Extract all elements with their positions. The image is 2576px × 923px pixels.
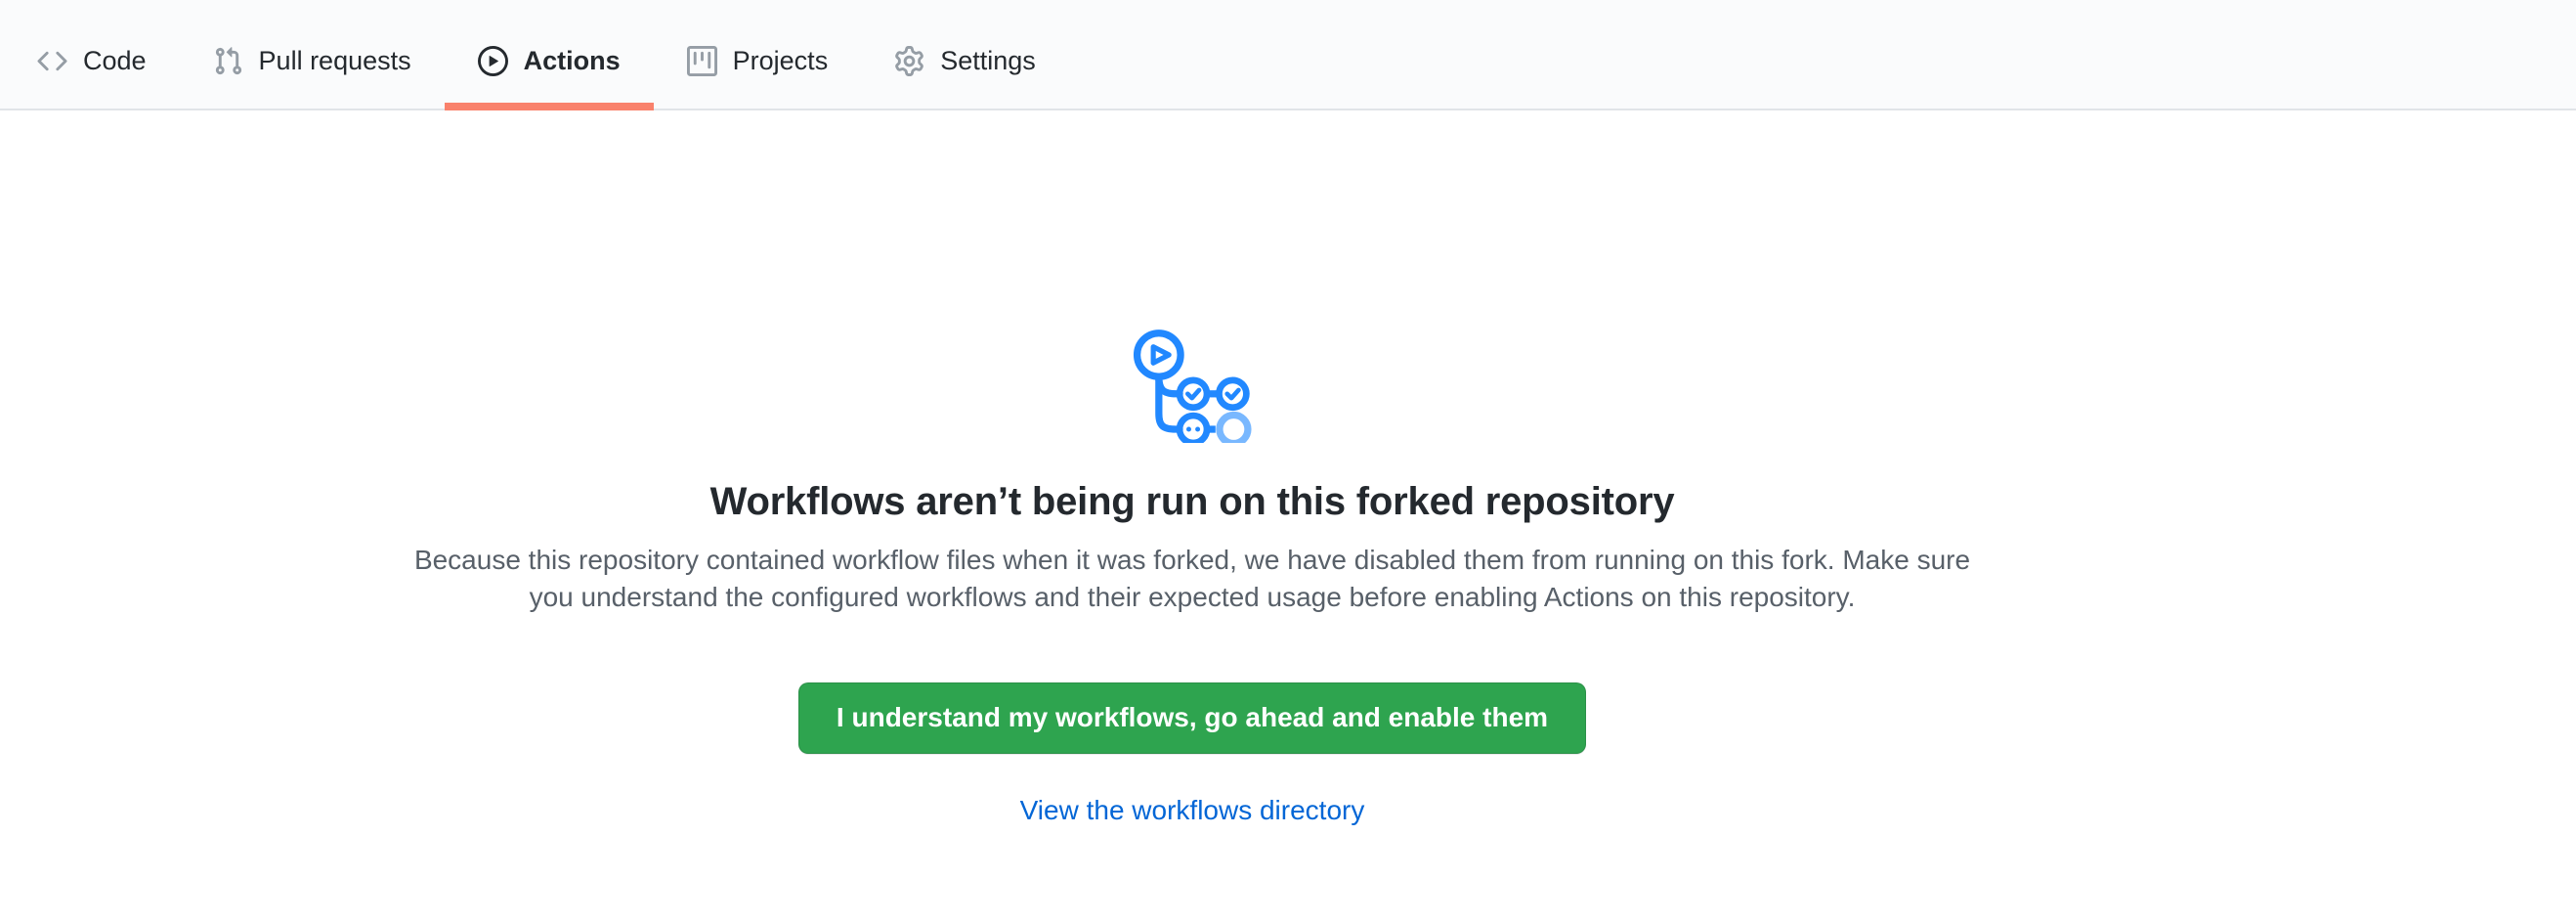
blankslate-description: Because this repository contained workfl… bbox=[406, 542, 1979, 616]
actions-workflow-graph-icon bbox=[1131, 328, 1254, 443]
code-icon bbox=[37, 46, 67, 76]
tab-settings[interactable]: Settings bbox=[861, 0, 1069, 109]
tab-settings-label: Settings bbox=[940, 48, 1036, 74]
tab-code[interactable]: Code bbox=[4, 0, 180, 109]
tab-projects[interactable]: Projects bbox=[654, 0, 862, 109]
repo-tab-list: Code Pull requests Actions Projects bbox=[0, 0, 2576, 109]
workflows-link-row: View the workflows directory bbox=[0, 791, 2384, 830]
view-workflows-directory-link[interactable]: View the workflows directory bbox=[1020, 795, 1365, 825]
repo-tab-nav: Code Pull requests Actions Projects bbox=[0, 0, 2576, 110]
play-circle-icon bbox=[478, 46, 508, 76]
project-board-icon bbox=[687, 46, 717, 76]
tab-projects-label: Projects bbox=[733, 48, 829, 74]
tab-actions-label: Actions bbox=[524, 48, 621, 74]
actions-disabled-blankslate: Workflows aren’t being run on this forke… bbox=[0, 110, 2384, 830]
gear-icon bbox=[894, 46, 924, 76]
enable-workflows-button[interactable]: I understand my workflows, go ahead and … bbox=[798, 682, 1586, 754]
enable-button-row: I understand my workflows, go ahead and … bbox=[0, 616, 2384, 754]
tab-code-label: Code bbox=[83, 48, 147, 74]
active-tab-underline bbox=[445, 103, 654, 110]
tab-pull-requests-label: Pull requests bbox=[259, 48, 411, 74]
tab-pull-requests[interactable]: Pull requests bbox=[180, 0, 445, 109]
main-content: Workflows aren’t being run on this forke… bbox=[0, 110, 2576, 830]
blankslate-heading: Workflows aren’t being run on this forke… bbox=[0, 475, 2384, 528]
git-pull-request-icon bbox=[213, 46, 243, 76]
tab-actions[interactable]: Actions bbox=[445, 0, 654, 109]
